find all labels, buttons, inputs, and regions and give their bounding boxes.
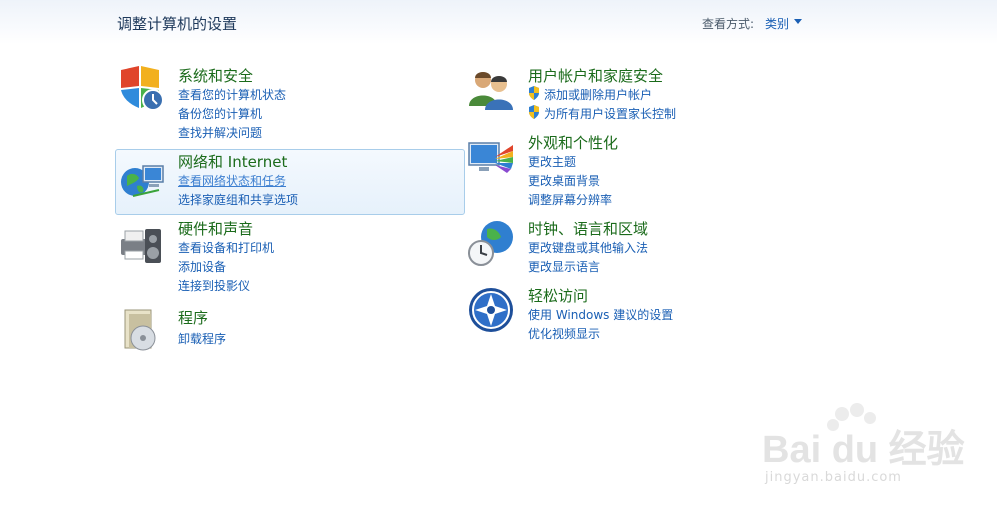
category-title[interactable]: 时钟、语言和区域 bbox=[528, 218, 648, 239]
link-uninstall-program[interactable]: 卸载程序 bbox=[178, 330, 226, 347]
chevron-down-icon[interactable] bbox=[794, 19, 802, 24]
link-homegroup-sharing[interactable]: 选择家庭组和共享选项 bbox=[178, 191, 298, 208]
link-optimize-video-display[interactable]: 优化视频显示 bbox=[528, 325, 600, 342]
monitor-palette-icon[interactable] bbox=[467, 137, 515, 185]
watermark-url: jingyan.baidu.com bbox=[765, 470, 902, 485]
category-title[interactable]: 系统和安全 bbox=[178, 65, 253, 86]
category-programs: 程序 卸载程序 bbox=[117, 306, 467, 356]
link-add-device[interactable]: 添加设备 bbox=[178, 258, 226, 275]
programs-box-icon[interactable] bbox=[117, 306, 165, 354]
link-troubleshoot[interactable]: 查找并解决问题 bbox=[178, 124, 262, 141]
link-windows-recommended-settings[interactable]: 使用 Windows 建议的设置 bbox=[528, 306, 673, 323]
view-by-label: 查看方式: bbox=[702, 17, 755, 31]
category-clock-language-region: 时钟、语言和区域 更改键盘或其他输入法 更改显示语言 bbox=[467, 217, 817, 283]
category-title[interactable]: 程序 bbox=[178, 307, 208, 328]
link-parental-controls[interactable]: 为所有用户设置家长控制 bbox=[544, 105, 676, 122]
link-change-desktop-background[interactable]: 更改桌面背景 bbox=[528, 172, 600, 189]
category-appearance: 外观和个性化 更改主题 更改桌面背景 调整屏幕分辨率 bbox=[467, 131, 817, 207]
category-hardware-sound: 硬件和声音 查看设备和打印机 添加设备 连接到投影仪 bbox=[117, 217, 467, 293]
page-title: 调整计算机的设置 bbox=[117, 15, 238, 33]
watermark-brand: Bai du 经验 bbox=[762, 429, 965, 471]
category-title[interactable]: 用户帐户和家庭安全 bbox=[528, 65, 663, 86]
category-system-security: 系统和安全 查看您的计算机状态 备份您的计算机 查找并解决问题 bbox=[117, 64, 467, 140]
category-title[interactable]: 网络和 Internet bbox=[178, 151, 287, 172]
link-add-remove-user[interactable]: 添加或删除用户帐户 bbox=[544, 86, 652, 103]
printer-speaker-icon[interactable] bbox=[117, 221, 165, 269]
ease-of-access-icon[interactable] bbox=[467, 286, 515, 334]
category-user-accounts: 用户帐户和家庭安全 添加或删除用户帐户 为所有用户设置家长控制 bbox=[467, 64, 817, 130]
uac-shield-icon bbox=[529, 105, 539, 119]
link-connect-projector[interactable]: 连接到投影仪 bbox=[178, 277, 250, 294]
link-backup-computer[interactable]: 备份您的计算机 bbox=[178, 105, 262, 122]
link-view-computer-status[interactable]: 查看您的计算机状态 bbox=[178, 86, 286, 103]
network-globe-icon[interactable] bbox=[119, 156, 167, 204]
link-view-network-status[interactable]: 查看网络状态和任务 bbox=[178, 172, 286, 189]
category-network-internet[interactable]: 网络和 Internet 查看网络状态和任务 选择家庭组和共享选项 bbox=[115, 149, 465, 215]
uac-shield-icon bbox=[529, 86, 539, 100]
category-ease-of-access: 轻松访问 使用 Windows 建议的设置 优化视频显示 bbox=[467, 284, 817, 350]
link-view-devices-printers[interactable]: 查看设备和打印机 bbox=[178, 239, 274, 256]
users-icon[interactable] bbox=[467, 66, 515, 114]
shield-computer-icon[interactable] bbox=[117, 64, 165, 112]
link-change-theme[interactable]: 更改主题 bbox=[528, 153, 576, 170]
view-by-dropdown[interactable]: 类别 bbox=[765, 15, 789, 32]
category-title[interactable]: 硬件和声音 bbox=[178, 218, 253, 239]
link-change-keyboard-input[interactable]: 更改键盘或其他输入法 bbox=[528, 239, 648, 256]
category-title[interactable]: 外观和个性化 bbox=[528, 132, 618, 153]
category-title[interactable]: 轻松访问 bbox=[528, 285, 588, 306]
link-adjust-resolution[interactable]: 调整屏幕分辨率 bbox=[528, 191, 612, 208]
link-change-display-language[interactable]: 更改显示语言 bbox=[528, 258, 600, 275]
clock-globe-icon[interactable] bbox=[467, 219, 515, 267]
